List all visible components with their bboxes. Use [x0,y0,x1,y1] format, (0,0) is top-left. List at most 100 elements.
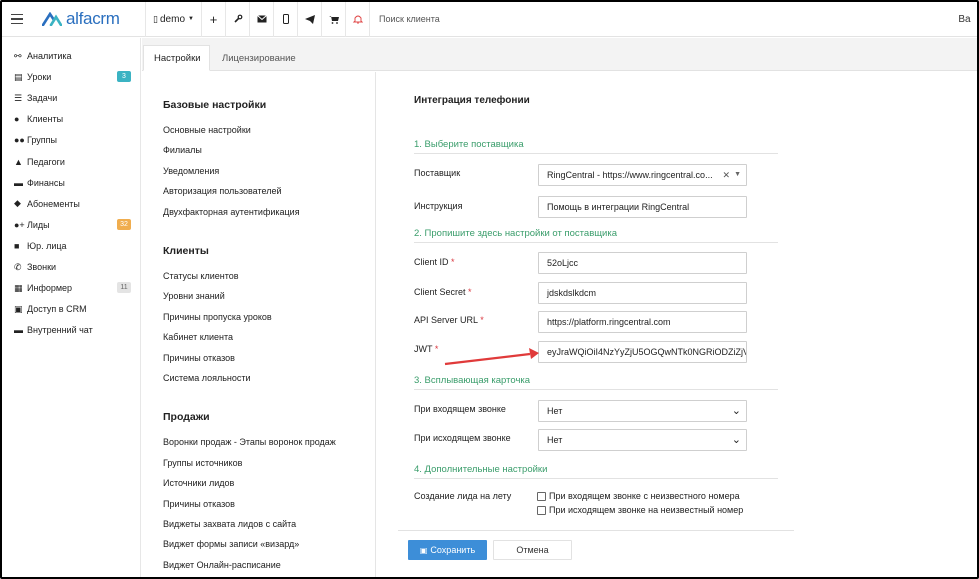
sidebar-item-14[interactable]: ▬ Внутренний чат [14,321,134,339]
sidebar-item-label: Абонементы [27,198,80,209]
menu-section-title: Клиенты [163,245,209,257]
sidebar-item-13[interactable]: ▣ Доступ в CRM [14,300,134,318]
outgoing-call-select[interactable]: Нет ⌄ [538,429,747,451]
save-icon: ▣ [419,545,428,555]
sidebar-item-label: Звонки [27,262,57,272]
incoming-call-label: При входящем звонке [414,404,506,414]
tag-icon: ◆ [14,198,21,209]
menu-link[interactable]: Виджет Онлайн-расписание [163,560,281,570]
sidebar-item-12[interactable]: ▦ Информер 11 [14,279,134,297]
footer-divider [398,530,794,531]
save-button[interactable]: ▣ Сохранить [408,540,487,560]
outgoing-call-label: При исходящем звонке [414,433,511,443]
clear-icon[interactable]: ✕ [722,170,730,181]
menu-link[interactable]: Система лояльности [163,373,251,383]
menu-link[interactable]: Филиалы [163,145,202,155]
top-bar: alfacrm ▯ demo ▼ + Поиск клиента Ва [2,2,977,37]
leads-icon: ●+ [14,219,25,230]
sidebar-item-11[interactable]: ✆ Звонки [14,258,134,276]
branch-switcher[interactable]: ▯ demo ▼ [145,2,201,37]
menu-link[interactable]: Причины отказов [163,353,235,363]
incoming-call-select[interactable]: Нет ⌄ [538,400,747,422]
instruction-label: Инструкция [414,201,463,211]
sidebar-item-7[interactable]: ▬ Финансы [14,174,134,192]
sidebar-item-label: Аналитика [27,51,72,61]
wrench-icon[interactable] [225,2,249,37]
api-server-url-input[interactable]: https://platform.ringcentral.com [538,311,747,333]
user-menu[interactable]: Ва [952,2,977,37]
incoming-unknown-checkbox[interactable] [537,491,546,501]
analytics-icon: ⚯ [14,50,22,61]
sidebar-item-label: Задачи [27,93,58,104]
menu-link[interactable]: Группы источников [163,458,242,468]
menu-section-title: Базовые настройки [163,99,267,111]
telephony-settings-panel: Интеграция телефонии 1. Выберите поставщ… [377,72,977,577]
menu-link[interactable]: Источники лидов [163,478,234,488]
menu-link[interactable]: Кабинет клиента [163,332,233,342]
menu-link[interactable]: Двухфакторная аутентификация [163,207,300,217]
client-secret-input[interactable]: jdskdslkdcm [538,282,747,304]
save-button-label: Сохранить [430,545,476,555]
menu-link[interactable]: Статусы клиентов [163,271,239,281]
sidebar-item-3[interactable]: ☰ Задачи [14,89,134,107]
tab-licensing[interactable]: Лицензирование [212,45,306,71]
bell-icon[interactable] [345,2,369,37]
outgoing-unknown-checkbox[interactable] [537,505,546,515]
menu-link[interactable]: Уровни знаний [163,291,225,301]
cancel-button[interactable]: Отмена [493,540,572,560]
settings-menu: Базовые настройки Основные настройки Филиа… [142,72,376,577]
sidebar-item-1[interactable]: ⚯ Аналитика [14,47,134,65]
sidebar-item-4[interactable]: ● Клиенты [14,110,134,128]
menu-link[interactable]: Виджеты захвата лидов с сайта [163,519,296,529]
app-window: alfacrm ▯ demo ▼ + Поиск клиента Ва ⚯ Ан… [0,0,979,579]
chat-icon: ▬ [14,325,23,336]
menu-link[interactable]: Виджет формы записи «визард» [163,539,299,549]
outgoing-unknown-label: При исходящем звонке на неизвестный номе… [549,505,744,515]
jwt-input[interactable]: eyJraWQiOiI4NzYyZjU5OGQwNTk0NGRiODZiZjVj [538,341,747,363]
branch-label: demo [159,13,185,25]
menu-link[interactable]: Воронки продаж - Этапы воронок продаж [163,437,336,447]
sidebar-item-label: Финансы [27,177,65,188]
sidebar-item-label: Лиды [27,219,50,230]
page-title: Интеграция телефонии [414,95,530,106]
mail-icon[interactable] [249,2,273,37]
group-icon: ●● [14,135,25,146]
sidebar-item-9[interactable]: ●+ Лиды 32 [14,216,134,234]
user-icon: ● [14,114,20,125]
instruction-link[interactable]: Помощь в интеграции RingCentral [538,196,747,218]
phone-icon[interactable] [273,2,297,37]
lock-icon: ▣ [14,303,23,314]
sidebar-item-label: Юр. лица [27,240,67,251]
jwt-label: JWT * [414,344,439,354]
sidebar-item-5[interactable]: ●● Группы [14,131,134,149]
tab-settings[interactable]: Настройки [143,45,210,71]
telegram-icon[interactable] [297,2,321,37]
tasks-icon: ☰ [14,92,23,103]
client-secret-label: Client Secret * [414,287,472,297]
outgoing-unknown-checkbox-row[interactable]: При исходящем звонке на неизвестный номе… [537,505,743,515]
sidebar: ⚯ Аналитика ▤ Уроки 3 ☰ Задачи ● Клиенты ●● Группы… [2,38,141,577]
sidebar-item-6[interactable]: ▲ Педагоги [14,153,134,171]
provider-select[interactable]: RingCentral - https://www.ringcentral.co… [538,164,747,186]
client-search-input[interactable]: Поиск клиента [369,2,952,37]
menu-link[interactable]: Основные настройки [163,125,251,135]
menu-link[interactable]: Причины отказов [163,499,235,509]
plus-icon[interactable]: + [201,2,225,37]
logo[interactable]: alfacrm [32,2,142,37]
count-badge: 3 [117,71,131,83]
menu-toggle-icon[interactable] [2,2,32,37]
create-lead-label: Создание лида на лету [414,491,512,501]
menu-link[interactable]: Уведомления [163,166,219,176]
cart-icon[interactable] [321,2,345,37]
sidebar-item-2[interactable]: ▤ Уроки 3 [14,68,134,86]
sidebar-item-label: Клиенты [27,114,64,125]
sidebar-item-8[interactable]: ◆ Абонементы [14,195,134,213]
client-id-input[interactable]: 52oLjcc [538,252,747,274]
menu-link[interactable]: Авторизация пользователей [163,186,282,196]
count-badge: 32 [117,218,131,230]
money-icon: ▬ [14,177,23,188]
incoming-unknown-checkbox-row[interactable]: При входящем звонке с неизвестного номер… [537,491,740,501]
sidebar-item-10[interactable]: ■ Юр. лица [14,237,134,255]
menu-link[interactable]: Причины пропуска уроков [163,312,272,322]
section-additional-settings: 4. Дополнительные настройки [414,464,778,479]
